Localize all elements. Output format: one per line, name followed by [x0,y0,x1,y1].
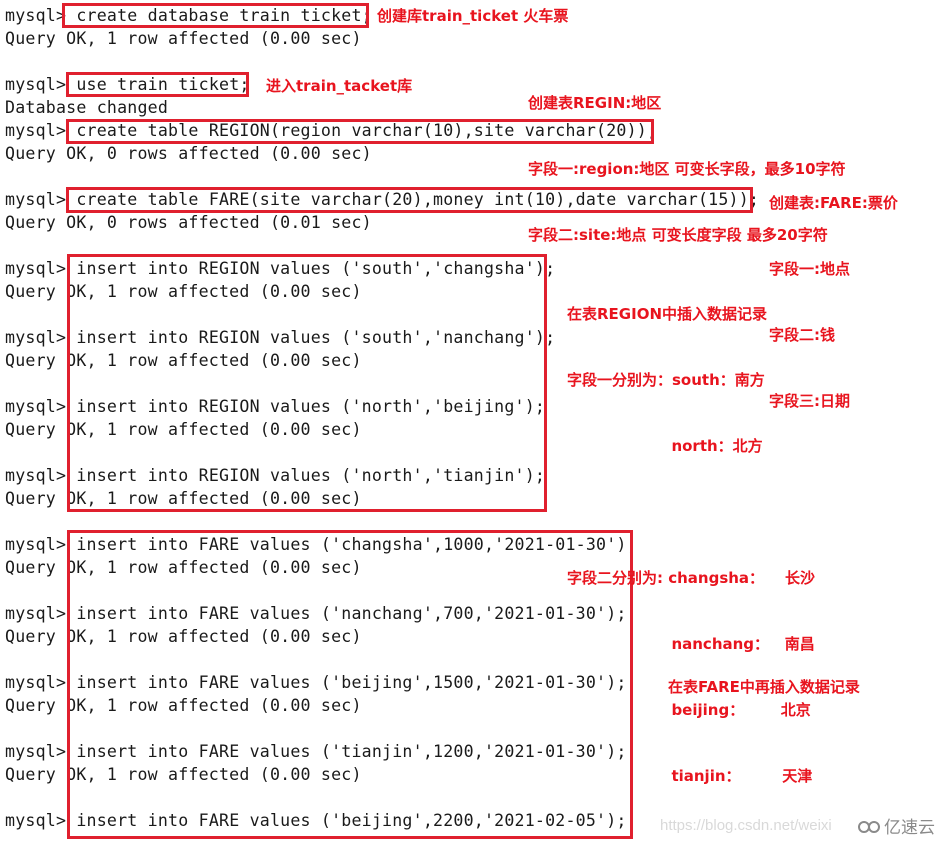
annotation-line: 在表REGION中插入数据记录 [567,305,767,323]
annotation-line: tianjin： 天津 [567,767,813,785]
annotation-use-db: 进入train_tacket库 [266,77,413,95]
annotation-line: beijing： 北京 [567,701,811,719]
highlight-box-region-inserts [67,254,547,512]
watermark-url: https://blog.csdn.net/weixi [660,817,832,834]
brand-watermark: 亿速云 [857,813,935,838]
highlight-box-fare-inserts [67,530,633,839]
highlight-box-use-db [66,72,249,97]
terminal-output: Query OK, 0 rows affected (0.00 sec) [5,144,372,163]
annotation-line: 字段一分别为：south：南方 [567,371,765,389]
annotation-create-db: 创建库train_ticket 火车票 [377,7,569,25]
cloud-logo-icon [858,820,880,833]
brand-name: 亿速云 [884,818,935,838]
annotation-spacer [567,501,815,523]
annotation-line: 创建表:FARE:票价 [769,194,898,212]
terminal-output: Query OK, 1 row affected (0.00 sec) [5,29,362,48]
annotation-line: north：北方 [567,437,763,455]
highlight-box-create-db [62,3,369,28]
terminal-output: Database changed [5,98,169,117]
annotation-line: nanchang： 南昌 [567,635,815,653]
annotation-line: 字段二分别为: changsha： 长沙 [567,569,815,587]
terminal-output: Query OK, 0 rows affected (0.01 sec) [5,213,372,232]
annotation-fare-insert: 在表FARE中再插入数据记录 [668,678,860,696]
annotation-region-insert: 在表REGION中插入数据记录 字段一分别为：south：南方 north：北方… [567,259,815,831]
annotation-line: 创建表REGIN:地区 [528,94,662,112]
terminal-window: mysql> create database train ticket; Que… [0,0,941,847]
